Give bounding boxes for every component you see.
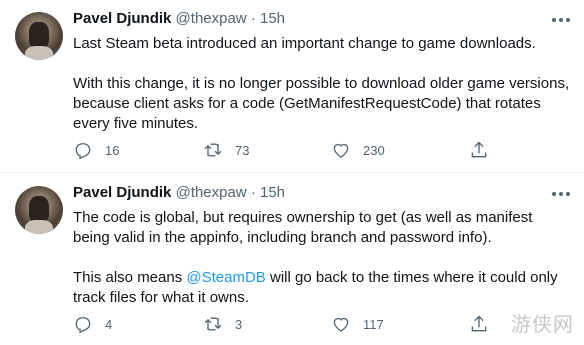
timestamp[interactable]: 15h — [260, 10, 285, 27]
like-count: 117 — [363, 316, 384, 332]
author-name[interactable]: Pavel Djundik — [73, 10, 171, 27]
retweet-icon — [204, 317, 222, 331]
share-button[interactable] — [469, 140, 489, 160]
timestamp[interactable]: 15h — [260, 184, 285, 201]
author-name[interactable]: Pavel Djundik — [73, 184, 171, 201]
tweet-text: The code is global, but requires ownersh… — [73, 208, 573, 308]
share-button[interactable] — [469, 314, 489, 334]
tweet-header: Pavel Djundik @thexpaw · 15h — [73, 184, 285, 201]
tweet-paragraph: Last Steam beta introduced an important … — [73, 35, 536, 52]
paragraph-text: This also means — [73, 269, 187, 286]
tweet-actions: 16 73 230 — [73, 140, 513, 164]
tweet-text: Last Steam beta introduced an important … — [73, 34, 573, 134]
tweet-paragraph: The code is global, but requires ownersh… — [73, 209, 533, 246]
watermark: 游侠网 — [511, 312, 574, 336]
tweet[interactable]: Pavel Djundik @thexpaw · 15h The code is… — [0, 172, 584, 345]
heart-icon — [333, 143, 349, 158]
share-icon — [471, 315, 487, 332]
reply-icon — [75, 143, 91, 160]
reply-button[interactable]: 16 — [73, 140, 119, 160]
like-button[interactable]: 230 — [331, 140, 385, 160]
share-icon — [471, 141, 487, 158]
avatar[interactable] — [15, 12, 63, 60]
reply-count: 4 — [105, 316, 113, 332]
separator-dot: · — [250, 10, 256, 27]
tweet-paragraph: With this change, it is no longer possib… — [73, 75, 570, 132]
retweet-button[interactable]: 3 — [203, 314, 242, 334]
heart-icon — [333, 317, 349, 332]
retweet-count: 73 — [235, 142, 250, 158]
like-button[interactable]: 117 — [331, 314, 384, 334]
like-count: 230 — [363, 142, 385, 158]
tweet-header: Pavel Djundik @thexpaw · 15h — [73, 10, 285, 27]
avatar[interactable] — [15, 186, 63, 234]
tweet[interactable]: Pavel Djundik @thexpaw · 15h Last Steam … — [0, 0, 584, 172]
tweet-actions: 4 3 117 — [73, 314, 513, 338]
retweet-count: 3 — [235, 316, 243, 332]
reply-button[interactable]: 4 — [73, 314, 112, 334]
reply-icon — [75, 317, 91, 334]
reply-count: 16 — [105, 142, 120, 158]
more-options-icon[interactable] — [552, 192, 570, 196]
retweet-button[interactable]: 73 — [203, 140, 249, 160]
mention-link[interactable]: @SteamDB — [186, 269, 265, 286]
tweet-paragraph: This also means @SteamDB will go back to… — [73, 268, 573, 308]
author-handle[interactable]: @thexpaw — [176, 184, 247, 201]
author-handle[interactable]: @thexpaw — [176, 10, 247, 27]
retweet-icon — [204, 143, 222, 157]
separator-dot: · — [250, 184, 256, 201]
more-options-icon[interactable] — [552, 18, 570, 22]
